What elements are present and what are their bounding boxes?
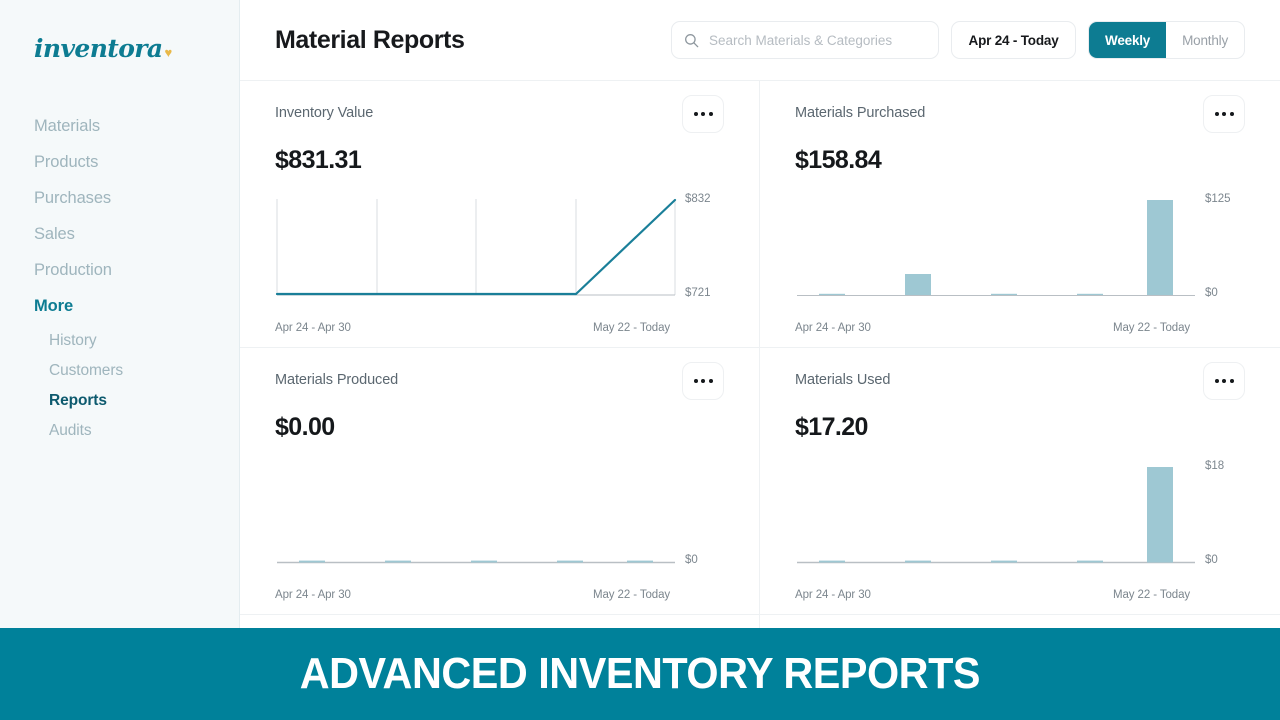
ellipsis-icon: [709, 379, 713, 383]
ellipsis-icon: [701, 112, 705, 116]
primary-nav: Materials Products Purchases Sales Produ…: [0, 108, 239, 446]
x-axis-start-label: Apr 24 - Apr 30: [795, 589, 871, 601]
search-input[interactable]: [709, 33, 926, 48]
y-axis-bottom-label: $0: [1205, 554, 1218, 566]
card-title: Inventory Value: [275, 105, 373, 121]
card-header: Inventory Value: [275, 105, 724, 133]
card-header: Materials Used: [795, 372, 1245, 400]
secondary-nav: History Customers Reports Audits: [0, 326, 239, 446]
card-value: $831.31: [275, 146, 724, 175]
sidebar-item-reports[interactable]: Reports: [0, 386, 239, 416]
ellipsis-icon: [694, 379, 698, 383]
card-materials-used: Materials Used $17.20: [760, 348, 1280, 615]
card-next-row-right: [760, 615, 1280, 629]
ellipsis-icon: [1230, 112, 1234, 116]
sidebar-item-products[interactable]: Products: [0, 144, 239, 180]
card-inventory-value: Inventory Value $831.31: [240, 81, 760, 348]
sidebar-item-history[interactable]: History: [0, 326, 239, 356]
header-controls: Apr 24 - Today Weekly Monthly: [671, 21, 1245, 59]
toggle-option-weekly[interactable]: Weekly: [1089, 22, 1166, 58]
page-title: Material Reports: [275, 26, 465, 55]
toggle-option-monthly[interactable]: Monthly: [1166, 22, 1244, 58]
x-axis-start-label: Apr 24 - Apr 30: [795, 322, 871, 334]
y-axis-top-label: $125: [1205, 193, 1231, 205]
sidebar-item-purchases[interactable]: Purchases: [0, 180, 239, 216]
card-value: $158.84: [795, 146, 1245, 175]
logo-wordmark: inventora: [34, 34, 162, 63]
card-title: Materials Used: [795, 372, 890, 388]
ellipsis-icon: [1215, 379, 1219, 383]
chart-inventory-value[interactable]: Apr 24 - Apr 30 May 22 - Today $832 $721: [275, 195, 724, 330]
sidebar-item-sales[interactable]: Sales: [0, 216, 239, 252]
ellipsis-icon: [709, 112, 713, 116]
sidebar-item-materials[interactable]: Materials: [0, 108, 239, 144]
y-axis-bottom-label: $721: [685, 287, 711, 299]
bar-chart-svg: [275, 462, 677, 572]
reports-grid: Inventory Value $831.31: [240, 80, 1280, 628]
sidebar-item-more[interactable]: More: [0, 288, 239, 324]
line-chart-svg: [275, 195, 677, 305]
main-content: Material Reports Apr 24 - Today Weekly M…: [240, 0, 1280, 720]
ellipsis-icon: [694, 112, 698, 116]
sidebar-item-customers[interactable]: Customers: [0, 356, 239, 386]
chart-materials-used[interactable]: Apr 24 - Apr 30 May 22 - Today $18 $0: [795, 462, 1245, 597]
app-root: inventora ♥ Materials Products Purchases…: [0, 0, 1280, 720]
card-materials-purchased: Materials Purchased $158.84: [760, 81, 1280, 348]
x-axis-end-label: May 22 - Today: [593, 589, 670, 601]
card-value: $17.20: [795, 413, 1245, 442]
x-axis-start-label: Apr 24 - Apr 30: [275, 589, 351, 601]
x-axis-end-label: May 22 - Today: [1113, 322, 1190, 334]
sidebar-item-audits[interactable]: Audits: [0, 416, 239, 446]
bar-chart-svg: [795, 195, 1197, 305]
card-header: Materials Produced: [275, 372, 724, 400]
card-next-row-left: [240, 615, 760, 629]
y-axis-bottom-label: $0: [1205, 287, 1218, 299]
x-axis-end-label: May 22 - Today: [1113, 589, 1190, 601]
page-header: Material Reports Apr 24 - Today Weekly M…: [240, 0, 1280, 80]
card-menu-button[interactable]: [1203, 362, 1245, 400]
promo-banner: ADVANCED INVENTORY REPORTS: [0, 628, 1280, 720]
search-icon: [684, 33, 699, 48]
ellipsis-icon: [1222, 112, 1226, 116]
chart-materials-purchased[interactable]: Apr 24 - Apr 30 May 22 - Today $125 $0: [795, 195, 1245, 330]
y-axis-top-label: $18: [1205, 460, 1224, 472]
y-axis-bottom-label: $0: [685, 554, 698, 566]
chart-materials-produced[interactable]: Apr 24 - Apr 30 May 22 - Today $0: [275, 462, 724, 597]
x-axis-start-label: Apr 24 - Apr 30: [275, 322, 351, 334]
ellipsis-icon: [1222, 379, 1226, 383]
card-menu-button[interactable]: [1203, 95, 1245, 133]
period-toggle: Weekly Monthly: [1088, 21, 1245, 59]
heart-icon: ♥: [164, 45, 172, 60]
sidebar: inventora ♥ Materials Products Purchases…: [0, 0, 240, 720]
card-materials-produced: Materials Produced $0.00: [240, 348, 760, 615]
sidebar-item-production[interactable]: Production: [0, 252, 239, 288]
card-menu-button[interactable]: [682, 95, 724, 133]
card-header: Materials Purchased: [795, 105, 1245, 133]
bar-chart-svg: [795, 462, 1197, 572]
card-title: Materials Produced: [275, 372, 398, 388]
date-range-button[interactable]: Apr 24 - Today: [951, 21, 1076, 59]
card-value: $0.00: [275, 413, 724, 442]
card-title: Materials Purchased: [795, 105, 925, 121]
ellipsis-icon: [1230, 379, 1234, 383]
x-axis-end-label: May 22 - Today: [593, 322, 670, 334]
promo-banner-text: ADVANCED INVENTORY REPORTS: [300, 649, 980, 699]
y-axis-top-label: $832: [685, 193, 711, 205]
card-menu-button[interactable]: [682, 362, 724, 400]
search-box[interactable]: [671, 21, 939, 59]
app-logo[interactable]: inventora ♥: [0, 26, 239, 70]
ellipsis-icon: [1215, 112, 1219, 116]
ellipsis-icon: [701, 379, 705, 383]
